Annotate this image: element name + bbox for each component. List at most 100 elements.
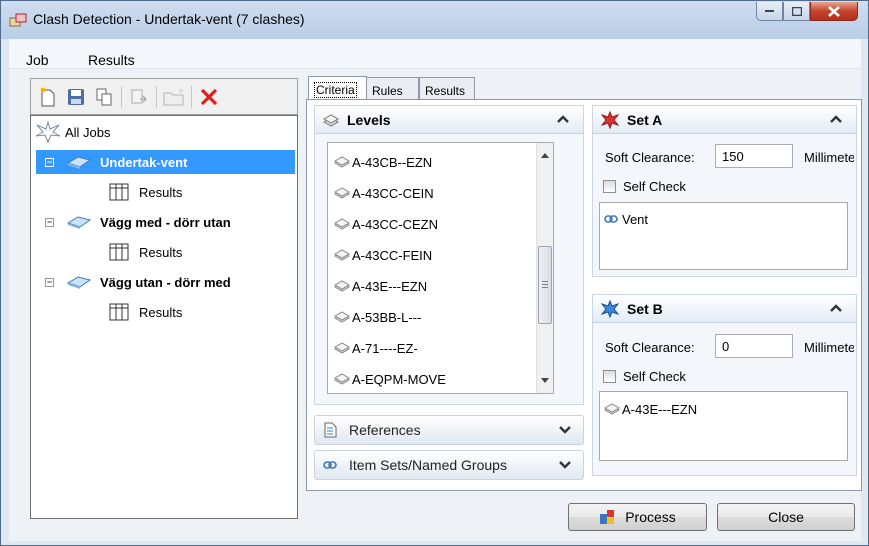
list-item[interactable]: A-EQPM-MOVE — [334, 369, 446, 389]
new-document-icon — [40, 87, 55, 106]
toolbar-separator — [121, 85, 122, 108]
list-item[interactable]: A-53BB-L--- — [334, 307, 421, 327]
window-title: Clash Detection - Undertak-vent (7 clash… — [33, 11, 305, 27]
set-a-soft-clearance-input[interactable]: 150 — [715, 144, 793, 168]
export-icon — [131, 89, 147, 103]
soft-clearance-label: Soft Clearance: — [605, 340, 695, 355]
save-icon — [68, 88, 84, 105]
layer-icon — [334, 218, 350, 230]
maximize-button[interactable] — [783, 2, 810, 21]
close-button[interactable]: Close — [717, 503, 855, 531]
export-button[interactable] — [128, 86, 150, 108]
set-b-items-list: A-43E---EZN — [599, 391, 848, 461]
close-window-button[interactable] — [810, 2, 858, 21]
layer-icon — [334, 280, 350, 292]
references-header[interactable]: References — [314, 415, 584, 445]
set-b-star-icon — [601, 299, 619, 318]
tab-label: Criteria — [314, 82, 357, 98]
list-item-label: A-43E---EZN — [622, 401, 698, 417]
tree-item-results[interactable]: Results — [109, 300, 182, 324]
menu-results[interactable]: Results — [88, 52, 135, 68]
set-a-self-check-checkbox[interactable] — [603, 180, 616, 193]
set-b-title: Set B — [627, 300, 663, 317]
soft-clearance-label: Soft Clearance: — [605, 150, 695, 165]
jobs-toolbar — [30, 78, 298, 115]
tab-criteria[interactable]: Criteria — [308, 76, 367, 100]
list-item[interactable]: A-43E---EZN — [604, 399, 697, 419]
tree-item-results[interactable]: Results — [109, 240, 182, 264]
copy-button[interactable] — [93, 86, 115, 108]
tree-item-label: All Jobs — [65, 124, 111, 140]
unit-label: Millimete — [804, 150, 854, 165]
collapse-icon[interactable]: − — [45, 217, 54, 227]
list-item[interactable]: A-43CC-FEIN — [334, 245, 432, 265]
tab-rules[interactable]: Rules — [366, 77, 419, 100]
minimize-button[interactable] — [756, 2, 783, 21]
collapse-icon[interactable]: − — [45, 157, 54, 167]
tree-item-job[interactable]: − Vägg med - dörr utan — [45, 210, 231, 234]
layer-icon — [334, 156, 350, 168]
set-b-soft-clearance-input[interactable]: 0 — [715, 334, 793, 358]
toolbar-separator — [156, 85, 157, 108]
process-button[interactable]: Process — [568, 503, 707, 531]
set-b-panel: Set B Soft Clearance: 0 Millimete Self C… — [592, 294, 857, 476]
scroll-up-icon[interactable] — [541, 153, 549, 158]
levels-title: Levels — [347, 111, 391, 128]
scroll-down-icon[interactable] — [541, 378, 549, 383]
clash-star-icon — [35, 121, 61, 143]
clash-detection-icon — [9, 13, 27, 27]
results-table-icon — [109, 183, 129, 201]
levels-scrollbar[interactable] — [536, 143, 553, 393]
minimize-icon — [764, 10, 774, 12]
list-item[interactable]: A-43CC-CEIN — [334, 183, 434, 203]
layer-icon — [334, 187, 350, 199]
set-a-items-list: Vent — [599, 202, 848, 270]
chevron-up-icon[interactable] — [830, 114, 842, 123]
chevron-up-icon[interactable] — [830, 303, 842, 312]
item-sets-header[interactable]: Item Sets/Named Groups — [314, 450, 584, 480]
tree-item-label: Vägg med - dörr utan — [100, 214, 231, 230]
menu-job[interactable]: Job — [26, 52, 49, 68]
tree-item-all-jobs[interactable]: All Jobs — [35, 120, 111, 144]
open-folder-button[interactable] — [163, 86, 185, 108]
tree-item-job[interactable]: − Vägg utan - dörr med — [45, 270, 231, 294]
levels-icon — [323, 113, 339, 127]
list-item[interactable]: A-43CB--EZN — [334, 152, 432, 172]
list-item[interactable]: Vent — [604, 209, 648, 229]
list-item-label: A-43CC-CEIN — [352, 185, 434, 201]
new-job-button[interactable] — [37, 86, 59, 108]
set-a-header[interactable]: Set A — [593, 106, 856, 134]
chevron-up-icon[interactable] — [557, 114, 569, 123]
tab-label: Results — [425, 84, 466, 98]
list-item[interactable]: A-71----EZ- — [334, 338, 418, 358]
set-b-self-check-checkbox[interactable] — [603, 370, 616, 383]
list-item[interactable]: A-43CC-CEZN — [334, 214, 438, 234]
levels-list: A-43CB--EZN A-43CC-CEIN A-43CC-CEZN A-43… — [327, 142, 554, 394]
list-item-label: Vent — [622, 211, 649, 227]
criteria-tab-page: Levels A-43CB--EZN A-43CC-CEIN A-43CC-CE… — [306, 99, 862, 491]
scroll-thumb[interactable] — [538, 246, 552, 324]
title-bar: Clash Detection - Undertak-vent (7 clash… — [1, 1, 868, 39]
list-item-label: A-53BB-L--- — [352, 309, 422, 325]
save-button[interactable] — [65, 86, 87, 108]
clash-test-icon — [66, 276, 92, 289]
chevron-down-icon[interactable] — [559, 461, 571, 470]
delete-button[interactable] — [198, 86, 220, 108]
tree-item-job[interactable]: − Undertak-vent — [36, 150, 295, 174]
toolbar-separator — [191, 85, 192, 108]
tab-label: Rules — [372, 84, 403, 98]
levels-header[interactable]: Levels — [315, 106, 583, 134]
clash-test-icon — [66, 156, 92, 169]
tree-item-label: Results — [139, 184, 183, 200]
list-item-label: A-43CC-CEZN — [352, 216, 438, 232]
set-b-header[interactable]: Set B — [593, 295, 856, 323]
layer-icon — [334, 249, 350, 261]
tree-item-results[interactable]: Results — [109, 180, 182, 204]
clash-test-icon — [66, 216, 92, 229]
collapse-icon[interactable]: − — [45, 277, 54, 287]
set-a-title: Set A — [627, 111, 663, 128]
chevron-down-icon[interactable] — [559, 426, 571, 435]
tab-results[interactable]: Results — [419, 77, 475, 100]
references-icon — [324, 422, 337, 438]
list-item[interactable]: A-43E---EZN — [334, 276, 427, 296]
